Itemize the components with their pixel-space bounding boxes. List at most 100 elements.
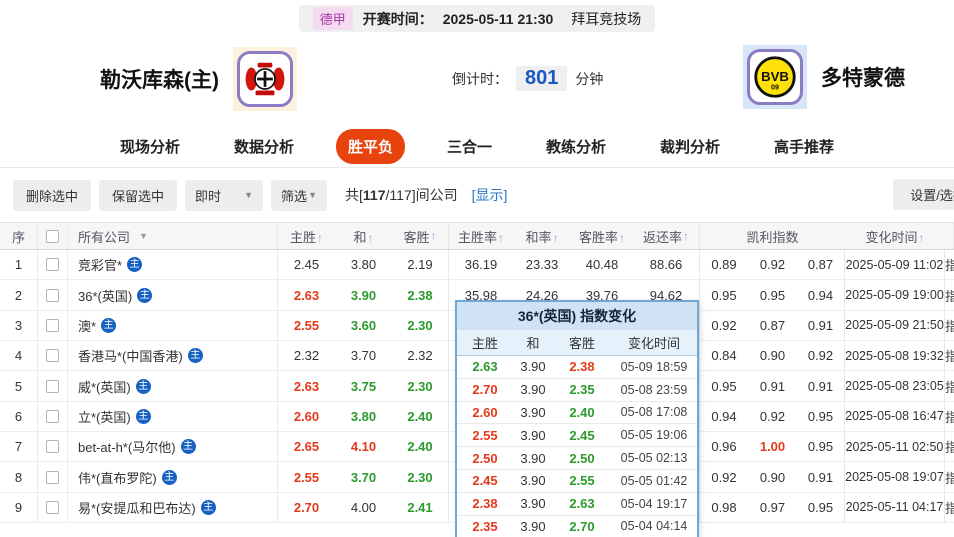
change-time: 2025-05-11 02:50	[845, 432, 945, 462]
col-home-rate[interactable]: 主胜率↑	[449, 227, 513, 246]
row-checkbox[interactable]	[46, 470, 59, 484]
popup-home-odds: 2.60	[472, 404, 498, 420]
col-company[interactable]: 所有公司 ▼	[68, 223, 278, 249]
draw-odds: 3.70	[350, 469, 377, 485]
sort-asc-icon: ↑	[317, 230, 323, 245]
popup-away-odds: 2.38	[569, 359, 595, 375]
primary-badge-icon: 主	[135, 378, 151, 394]
col-change-time[interactable]: 变化时间↑	[845, 227, 945, 246]
row-checkbox[interactable]	[46, 349, 59, 363]
kelly-home: 0.89	[711, 257, 737, 273]
popup-draw-odds: 3.90	[520, 496, 546, 512]
kelly-home: 0.98	[711, 499, 737, 515]
home-team-name: 勒沃库森(主)	[100, 69, 219, 92]
col-away-rate[interactable]: 客胜率↑	[571, 227, 633, 246]
company-name[interactable]: 澳*	[78, 316, 96, 335]
popup-row: 2.60 3.90 2.40 05-08 17:08	[457, 402, 697, 425]
change-time: 2025-05-08 19:07	[845, 462, 945, 492]
leverkusen-crest-icon	[237, 51, 293, 107]
company-name[interactable]: 易*(安提瓜和巴布达)	[78, 498, 196, 517]
kelly-away: 0.94	[797, 280, 845, 310]
row-seq: 2	[0, 280, 38, 310]
sort-asc-icon: ↑	[683, 229, 689, 243]
time-filter-value: 即时	[195, 188, 222, 204]
settings-select-company-button[interactable]: 设置/选择	[893, 179, 954, 210]
home-rate: 36.19	[464, 257, 498, 273]
sort-asc-icon: ↑	[918, 230, 925, 245]
change-time: 2025-05-09 19:00	[845, 280, 945, 310]
row-checkbox[interactable]	[46, 288, 59, 302]
row-checkbox[interactable]	[46, 500, 59, 514]
kelly-home: 0.95	[711, 287, 737, 303]
tab-referee-analysis[interactable]: 裁判分析	[648, 129, 732, 164]
show-link[interactable]: [显示]	[472, 185, 508, 205]
kelly-home: 0.94	[711, 408, 737, 424]
popup-row: 2.55 3.90 2.45 05-05 19:06	[457, 424, 697, 448]
col-return-rate[interactable]: 返还率 ↑	[633, 223, 700, 249]
clipped-link[interactable]: 指	[945, 255, 954, 274]
clipped-link[interactable]: 指	[945, 468, 954, 487]
analysis-nav: 现场分析 数据分析 胜平负 三合一 教练分析 裁判分析 高手推荐	[0, 126, 954, 168]
home-odds: 2.63	[293, 378, 320, 394]
keep-selected-button[interactable]: 保留选中	[99, 179, 178, 211]
chevron-down-icon: ▼	[139, 231, 148, 241]
away-team-group: BVB 09 多特蒙德	[743, 45, 905, 109]
col-home-odds[interactable]: 主胜↑	[278, 227, 335, 246]
tab-coach-analysis[interactable]: 教练分析	[534, 129, 618, 164]
tab-live-analysis[interactable]: 现场分析	[108, 129, 192, 164]
clipped-link[interactable]: 指	[945, 377, 954, 396]
company-name[interactable]: bet-at-h*(马尔他)	[78, 437, 176, 456]
sort-asc-icon: ↑	[498, 230, 504, 245]
sort-asc-icon: ↑	[367, 230, 374, 245]
away-team-name: 多特蒙德	[821, 67, 905, 90]
row-checkbox[interactable]	[46, 379, 59, 393]
kelly-home: 0.84	[711, 348, 737, 364]
company-name[interactable]: 威*(英国)	[78, 377, 131, 396]
primary-badge-icon: 主	[161, 469, 177, 485]
popup-home-odds: 2.38	[472, 496, 498, 512]
popup-row: 2.50 3.90 2.50 05-05 02:13	[457, 447, 697, 470]
home-odds: 2.55	[293, 469, 320, 485]
clipped-link[interactable]: 指	[945, 498, 954, 517]
delete-selected-button[interactable]: 删除选中	[13, 179, 92, 211]
filter-dropdown[interactable]: 筛选 ▼	[271, 179, 328, 211]
clipped-link[interactable]: 指	[945, 286, 954, 305]
away-odds: 2.19	[392, 250, 449, 280]
countdown-label: 倒计时：	[452, 70, 508, 87]
draw-odds: 3.60	[350, 317, 377, 333]
select-all-checkbox[interactable]	[46, 229, 59, 243]
tab-data-analysis[interactable]: 数据分析	[222, 129, 306, 164]
row-checkbox[interactable]	[46, 258, 59, 272]
col-draw-rate[interactable]: 和率↑	[513, 227, 571, 246]
popup-change-time: 05-08 23:59	[620, 382, 688, 397]
draw-odds: 3.80	[350, 257, 377, 273]
clipped-link[interactable]: 指	[945, 346, 954, 365]
popup-change-time: 05-08 17:08	[620, 405, 688, 420]
kelly-away: 0.91	[797, 462, 845, 492]
company-name[interactable]: 伟*(直布罗陀)	[78, 468, 157, 487]
company-name[interactable]: 竞彩官*	[78, 255, 122, 274]
company-name[interactable]: 36*(英国)	[78, 286, 132, 305]
tab-win-draw-lose[interactable]: 胜平负	[335, 129, 405, 164]
row-checkbox[interactable]	[46, 409, 59, 423]
popup-draw-odds: 3.90	[520, 404, 546, 420]
match-header: 勒沃库森(主) 倒计时： 801 分钟 BVB 09 多特蒙德	[0, 36, 954, 126]
row-checkbox[interactable]	[46, 440, 59, 454]
venue-name: 拜耳竞技场	[571, 10, 642, 27]
clipped-link[interactable]: 指	[945, 437, 954, 456]
clipped-link[interactable]: 指	[945, 316, 954, 335]
col-away-odds[interactable]: 客胜 ↑	[392, 223, 449, 249]
away-odds: 2.32	[392, 341, 449, 371]
popup-draw-odds: 3.90	[520, 359, 546, 375]
tab-three-in-one[interactable]: 三合一	[435, 129, 504, 164]
company-name[interactable]: 立*(英国)	[78, 407, 131, 426]
row-checkbox[interactable]	[46, 318, 59, 332]
time-filter-dropdown[interactable]: 即时 ▼	[185, 179, 264, 211]
popup-row: 2.38 3.90 2.63 05-04 19:17	[457, 493, 697, 516]
clipped-link[interactable]: 指	[945, 407, 954, 426]
company-name[interactable]: 香港马*(中国香港)	[78, 346, 183, 365]
tab-expert-picks[interactable]: 高手推荐	[762, 129, 846, 164]
home-team-group: 勒沃库森(主)	[100, 47, 297, 111]
away-odds: 2.30	[392, 371, 449, 401]
col-draw-odds[interactable]: 和↑	[335, 227, 392, 246]
